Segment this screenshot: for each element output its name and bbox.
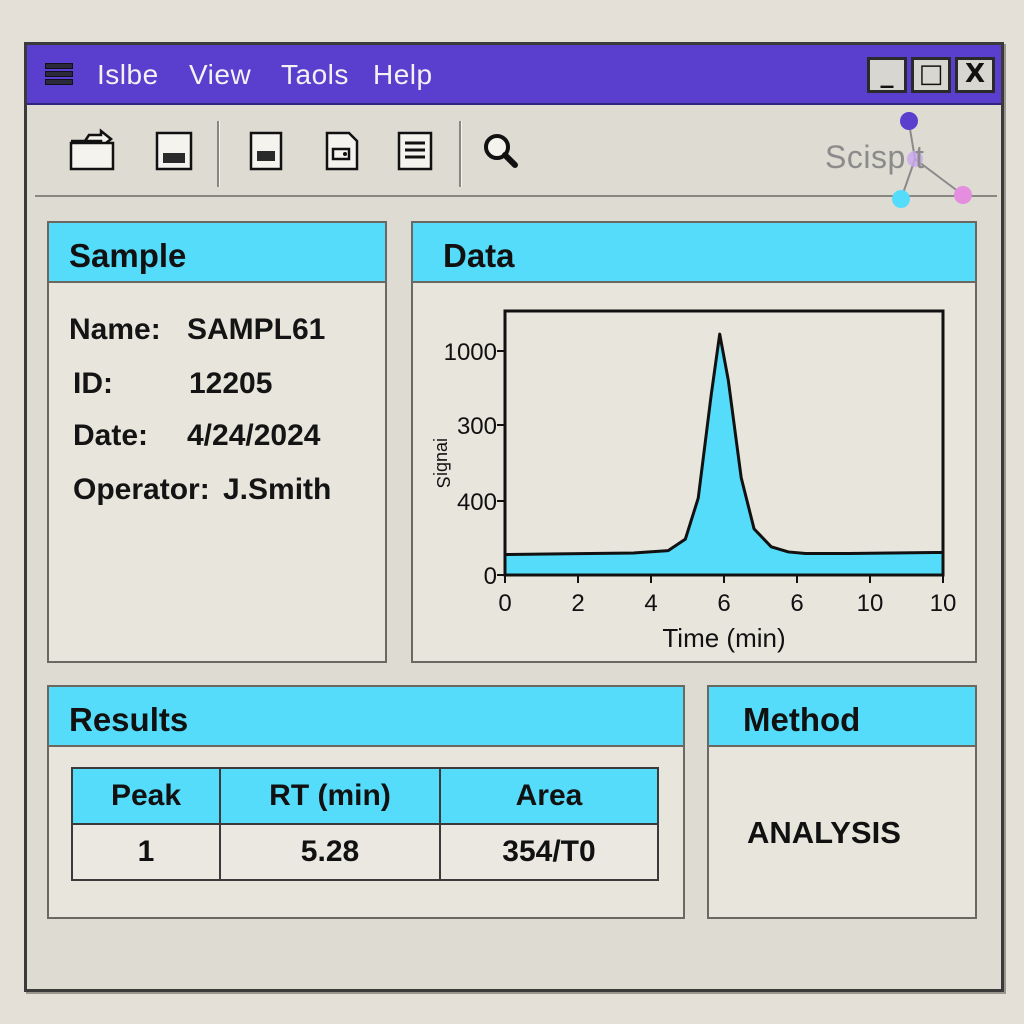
app-window: Islbe View Taols Help _ □ X Scisp t Samp… — [24, 42, 1004, 992]
export-icon[interactable] — [315, 127, 367, 173]
area-cell: 354/T0 — [439, 823, 659, 881]
scispot-logo: Scisp t — [817, 105, 997, 215]
sample-panel-title: Sample — [49, 223, 385, 283]
method-panel-title: Method — [709, 687, 975, 747]
peak-cell: 1 — [71, 823, 221, 881]
x-tick-label: 6 — [717, 590, 730, 617]
maximize-button[interactable]: □ — [911, 57, 951, 93]
menu-tools[interactable]: Taols — [281, 59, 349, 91]
operator-value: J.Smith — [223, 473, 332, 506]
name-value: SAMPL61 — [187, 313, 326, 346]
peak-area-fill — [505, 334, 943, 575]
y-tick-label: 0 — [484, 563, 497, 590]
y-tick-label: 1000 — [444, 339, 497, 366]
zoom-icon[interactable] — [475, 127, 527, 173]
close-button[interactable]: X — [955, 57, 995, 93]
x-tick-label: 0 — [498, 590, 511, 617]
id-label: ID: — [73, 367, 113, 400]
open-folder-icon[interactable] — [67, 127, 119, 173]
y-axis-label: ᴉɐuƃᴉS — [433, 438, 453, 488]
menu-view[interactable]: View — [189, 59, 251, 91]
system-menu-icon[interactable] — [45, 61, 73, 85]
x-axis-label: Time (min) — [662, 623, 785, 653]
date-label: Date: — [73, 419, 149, 452]
table-row[interactable]: 1 5.28 354/T0 — [71, 823, 659, 881]
x-tick-label: 10 — [857, 590, 884, 617]
method-panel: Method ANALYSIS — [707, 685, 977, 919]
date-value: 4/24/2024 — [187, 419, 321, 452]
x-tick-label: 2 — [571, 590, 584, 617]
x-tick-label: 6 — [790, 590, 803, 617]
results-panel-title: Results — [49, 687, 683, 747]
x-tick-label: 10 — [930, 590, 957, 617]
y-tick-label: 400 — [457, 489, 497, 516]
results-table: Peak RT (min) Area 1 5.28 354/T0 — [71, 767, 659, 881]
id-value: 12205 — [189, 367, 273, 400]
name-label: Name: — [69, 313, 161, 346]
operator-label: Operator: — [73, 473, 210, 506]
title-bar: Islbe View Taols Help _ □ X — [27, 45, 1001, 105]
column-header-area[interactable]: Area — [439, 767, 659, 825]
document-icon[interactable] — [239, 127, 291, 173]
toolbar-separator — [459, 121, 462, 187]
toolbar-separator — [217, 121, 220, 187]
chromatogram-chart: 0 2 4 6 6 10 10 0 400 300 1000 Time (min) ᴉɐuƃᴉS — [433, 309, 957, 653]
results-panel: Results Peak RT (min) Area 1 5.28 354/T0 — [47, 685, 685, 919]
save-icon[interactable] — [147, 127, 199, 173]
method-value: ANALYSIS — [747, 815, 901, 850]
column-header-peak[interactable]: Peak — [71, 767, 221, 825]
x-tick-label: 4 — [644, 590, 657, 617]
logo-text: Scisp t — [825, 139, 925, 175]
print-icon[interactable] — [389, 127, 441, 173]
menu-file[interactable]: Islbe — [97, 59, 159, 91]
sample-panel: Sample Name: SAMPL61 ID: 12205 Date: 4/2… — [47, 221, 387, 663]
menu-help[interactable]: Help — [373, 59, 433, 91]
minimize-button[interactable]: _ — [867, 57, 907, 93]
column-header-rt[interactable]: RT (min) — [219, 767, 441, 825]
y-tick-label: 300 — [457, 413, 497, 440]
data-panel: Data 0 2 4 6 6 10 10 0 400 300 1000 Time (min) ᴉɐuƃᴉ… — [411, 221, 977, 663]
rt-cell: 5.28 — [219, 823, 441, 881]
